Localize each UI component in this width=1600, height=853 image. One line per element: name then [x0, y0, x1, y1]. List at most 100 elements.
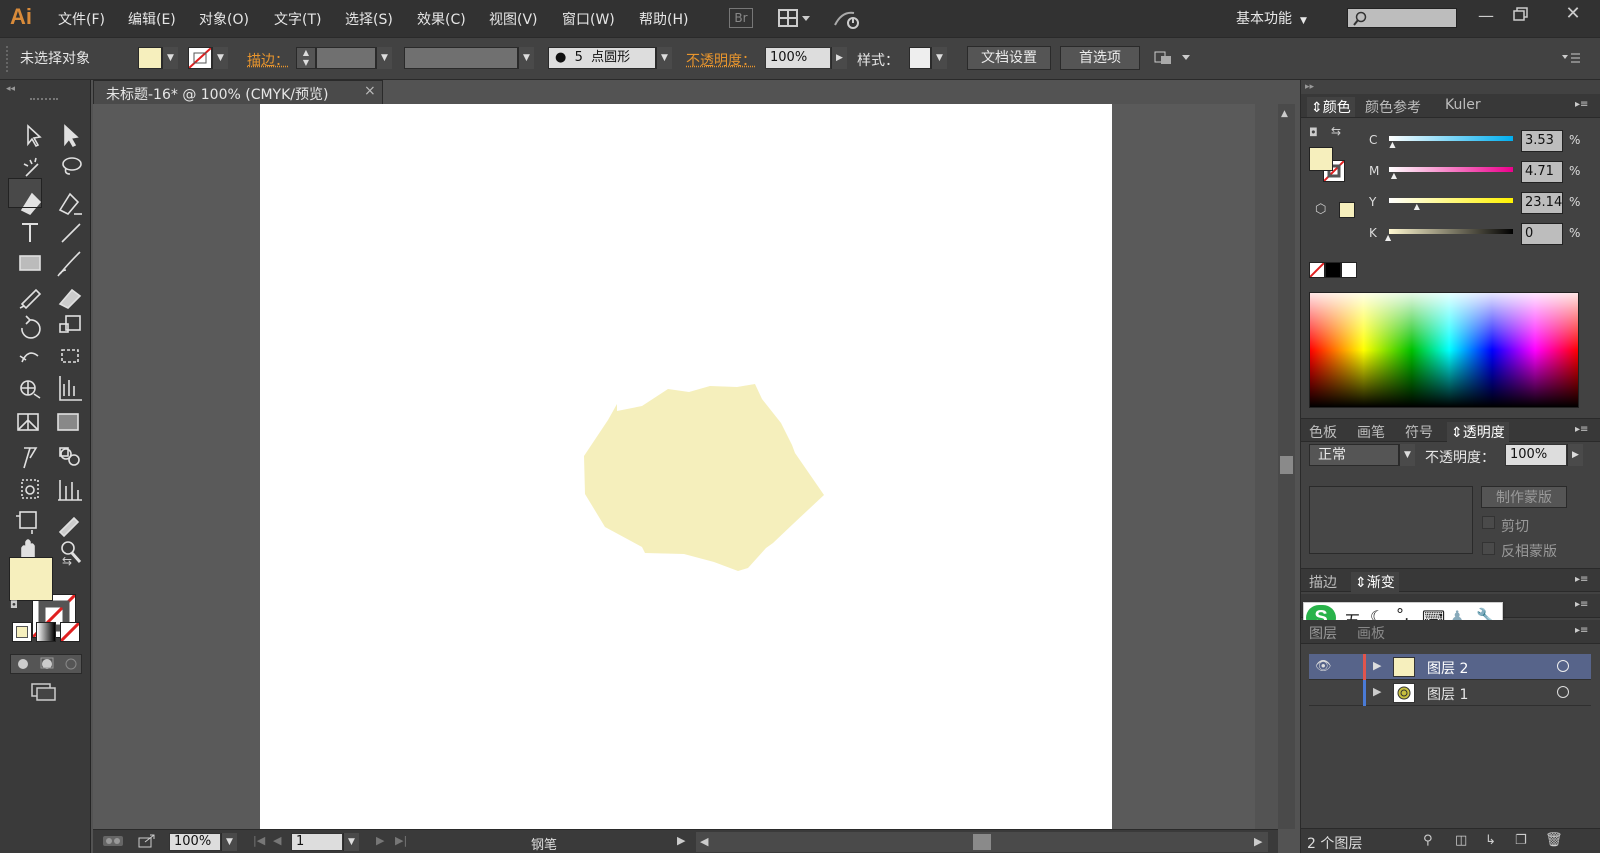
- profile-dropdown[interactable]: ▼: [518, 47, 534, 69]
- slider-thumb[interactable]: ▲: [1391, 171, 1397, 180]
- expand-layer-icon[interactable]: ▶: [1373, 659, 1381, 672]
- menu-help[interactable]: 帮助(H): [639, 9, 688, 29]
- visibility-eye-icon[interactable]: 👁: [1315, 659, 1332, 674]
- rectangle-tool-icon[interactable]: [8, 238, 42, 268]
- tab-symbols[interactable]: 符号: [1405, 422, 1433, 442]
- workspace-switcher[interactable]: 基本功能 ▼: [1236, 8, 1307, 28]
- transparency-menu-icon[interactable]: ▸≡: [1575, 424, 1588, 435]
- menu-window[interactable]: 窗口(W): [562, 9, 615, 29]
- hand-tool-icon[interactable]: [8, 508, 42, 538]
- none-swatch[interactable]: [1309, 262, 1325, 278]
- first-artboard-icon[interactable]: |◀: [253, 834, 265, 847]
- arrange-documents-icon[interactable]: [778, 8, 814, 28]
- direct-selection-tool-icon[interactable]: [45, 118, 79, 148]
- scroll-right-icon[interactable]: ▶: [1254, 835, 1262, 848]
- search-input[interactable]: [1347, 8, 1457, 28]
- fill-color-box[interactable]: [9, 557, 53, 601]
- gpu-status-icon[interactable]: [101, 833, 127, 849]
- brush-dropdown[interactable]: ▼: [656, 47, 672, 69]
- pencil-tool-icon[interactable]: [8, 268, 42, 298]
- graphic-style-swatch[interactable]: [909, 47, 931, 69]
- mesh-tool-icon[interactable]: [8, 388, 42, 418]
- collapse-icon[interactable]: ◂◂: [6, 84, 15, 94]
- type-tool-icon[interactable]: [8, 208, 42, 238]
- layer-name[interactable]: 图层 1: [1427, 684, 1468, 704]
- blend-tool-icon[interactable]: [45, 418, 79, 448]
- fill-dropdown[interactable]: ▼: [162, 47, 178, 69]
- slice-tool-icon[interactable]: [45, 478, 79, 508]
- perspective-grid-tool-icon[interactable]: [45, 358, 79, 388]
- slider-thumb[interactable]: ▲: [1414, 202, 1420, 211]
- eyedropper-tool-icon[interactable]: [8, 418, 42, 448]
- color-spectrum[interactable]: [1309, 292, 1579, 408]
- menu-view[interactable]: 视图(V): [489, 9, 538, 29]
- menu-file[interactable]: 文件(F): [58, 9, 105, 29]
- tab-swatches[interactable]: 色板: [1309, 422, 1337, 442]
- fill-swatch[interactable]: [138, 47, 162, 69]
- preferences-button[interactable]: 首选项: [1060, 46, 1140, 70]
- stroke-swatch[interactable]: [188, 47, 212, 69]
- tab-transparency[interactable]: ⇕透明度: [1447, 422, 1509, 442]
- zoom-dropdown[interactable]: ▼: [221, 833, 237, 851]
- minimize-button[interactable]: —: [1475, 6, 1497, 26]
- gradient-tool-icon[interactable]: [45, 388, 79, 418]
- layer-row[interactable]: 👁 ▶ 图层 2: [1309, 654, 1591, 680]
- expand-layer-icon[interactable]: ▶: [1373, 685, 1381, 698]
- gradient-mode-button[interactable]: [36, 622, 56, 642]
- horizontal-scrollbar[interactable]: ◀ ▶: [696, 832, 1268, 852]
- symbol-sprayer-tool-icon[interactable]: [8, 448, 42, 478]
- stroke-dropdown[interactable]: ▼: [212, 47, 228, 69]
- layer-row[interactable]: ▶ 图层 1: [1309, 680, 1591, 706]
- column-graph-tool-icon[interactable]: [45, 448, 79, 478]
- tab-color[interactable]: ⇕颜色: [1307, 97, 1355, 117]
- tab-gradient[interactable]: ⇕渐变: [1351, 572, 1399, 592]
- menu-select[interactable]: 选择(S): [345, 9, 393, 29]
- artboard-number-field[interactable]: 1: [291, 833, 343, 851]
- panel-opacity-flyout[interactable]: ▶: [1567, 444, 1583, 466]
- black-swatch[interactable]: [1325, 262, 1341, 278]
- color-mode-button[interactable]: [12, 622, 32, 642]
- tab-artboards[interactable]: 画板: [1357, 623, 1385, 643]
- tab-brushes[interactable]: 画笔: [1357, 422, 1385, 442]
- variable-width-profile[interactable]: [404, 47, 518, 69]
- locate-object-icon[interactable]: ⚲: [1423, 833, 1433, 848]
- tab-kuler[interactable]: Kuler: [1445, 97, 1481, 113]
- close-tab-icon[interactable]: ×: [364, 83, 376, 99]
- free-transform-tool-icon[interactable]: [45, 328, 79, 358]
- last-artboard-icon[interactable]: ▶|: [395, 834, 407, 847]
- brush-definition-field[interactable]: ● 5 点圆形: [548, 47, 656, 69]
- opacity-label[interactable]: 不透明度：: [686, 50, 756, 70]
- selection-tool-icon[interactable]: [8, 118, 42, 148]
- swap-fill-stroke-icon[interactable]: ⇆: [62, 554, 72, 568]
- line-tool-icon[interactable]: [45, 208, 79, 238]
- document-tab[interactable]: 未标题-16* @ 100% (CMYK/预览) ×: [93, 80, 383, 104]
- warp-tool-icon[interactable]: [8, 328, 42, 358]
- prev-artboard-icon[interactable]: ◀: [273, 834, 281, 847]
- tab-stroke[interactable]: 描边: [1309, 572, 1337, 592]
- scroll-left-icon[interactable]: ◀: [700, 835, 708, 848]
- magic-wand-tool-icon[interactable]: [8, 148, 42, 178]
- eraser-tool-icon[interactable]: [45, 268, 79, 298]
- menu-edit[interactable]: 编辑(E): [128, 9, 176, 29]
- channel-slider[interactable]: [1389, 136, 1513, 141]
- lasso-tool-icon[interactable]: [45, 148, 79, 178]
- expand-dock-icon[interactable]: ▸▸: [1305, 82, 1314, 92]
- stroke-weight-field[interactable]: [316, 47, 376, 69]
- h-scroll-thumb[interactable]: [973, 834, 991, 850]
- stroke-panel-menu-icon[interactable]: ▸≡: [1575, 574, 1588, 585]
- artboard-dropdown[interactable]: ▼: [343, 833, 359, 851]
- channel-value-field[interactable]: 0: [1521, 223, 1563, 245]
- share-icon[interactable]: [137, 833, 157, 849]
- menu-effect[interactable]: 效果(C): [417, 9, 466, 29]
- zoom-field[interactable]: 100%: [169, 833, 221, 851]
- grip-handle[interactable]: [6, 46, 9, 72]
- artboard-tool-icon[interactable]: [8, 478, 42, 508]
- make-clipping-mask-icon[interactable]: ◫: [1455, 833, 1467, 848]
- close-window-button[interactable]: ✕: [1562, 3, 1584, 25]
- pen-tool-icon[interactable]: [8, 178, 42, 208]
- panel-opacity-field[interactable]: 100%: [1505, 444, 1567, 466]
- new-layer-icon[interactable]: ❐: [1515, 833, 1527, 848]
- delete-layer-icon[interactable]: 🗑: [1545, 832, 1563, 848]
- color-panel-menu-icon[interactable]: ▸≡: [1575, 99, 1588, 110]
- vertical-scrollbar[interactable]: ▲: [1278, 104, 1295, 829]
